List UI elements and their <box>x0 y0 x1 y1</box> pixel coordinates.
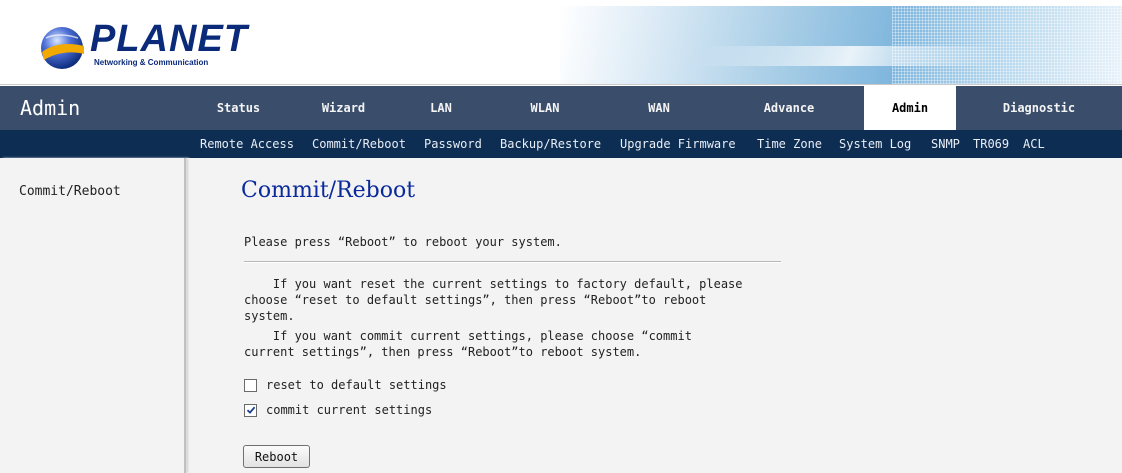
help-text-line: current settings”, then press “Reboot”to… <box>244 345 642 359</box>
tab-lan[interactable]: LAN <box>396 86 486 130</box>
header-banner: PLANET Networking & Communication <box>0 0 1122 85</box>
tab-status[interactable]: Status <box>186 86 291 130</box>
help-text-line: system. <box>244 309 295 323</box>
section-title: Admin <box>20 96 81 120</box>
planet-logo: PLANET Networking & Communication <box>38 18 247 72</box>
subnav-commit-reboot[interactable]: Commit/Reboot <box>312 130 406 158</box>
subnav-acl[interactable]: ACL <box>1023 130 1045 158</box>
subnav-time-zone[interactable]: Time Zone <box>757 130 822 158</box>
subnav-snmp[interactable]: SNMP <box>931 130 960 158</box>
reboot-button[interactable]: Reboot <box>243 445 310 468</box>
reset-default-label[interactable]: reset to default settings <box>266 378 447 392</box>
subnav-upgrade-firmware[interactable]: Upgrade Firmware <box>620 130 736 158</box>
commit-settings-checkbox[interactable] <box>244 403 257 417</box>
tab-diagnostic[interactable]: Diagnostic <box>956 86 1122 130</box>
sidebar-item-commit-reboot[interactable]: Commit/Reboot <box>19 184 121 199</box>
tab-wan[interactable]: WAN <box>604 86 714 130</box>
header-decoration <box>560 6 1122 84</box>
help-text-line: If you want commit current settings, ple… <box>244 329 692 343</box>
reset-default-checkbox[interactable] <box>244 378 257 392</box>
divider <box>244 261 781 263</box>
intro-text: Please press “Reboot” to reboot your sys… <box>244 235 562 249</box>
tab-advance[interactable]: Advance <box>714 86 864 130</box>
checkmark-icon <box>246 406 255 414</box>
logo-tagline: Networking & Communication <box>94 58 209 67</box>
main-content: Commit/Reboot Please press “Reboot” to r… <box>189 158 1122 473</box>
help-text-line: If you want reset the current settings t… <box>244 277 743 291</box>
globe-icon <box>41 27 84 69</box>
subnav-backup-restore[interactable]: Backup/Restore <box>500 130 601 158</box>
subnav-remote-access[interactable]: Remote Access <box>200 130 294 158</box>
subnav-password[interactable]: Password <box>424 130 482 158</box>
tab-admin[interactable]: Admin <box>864 86 956 130</box>
help-text-line: choose “reset to default settings”, then… <box>244 293 707 307</box>
logo-wordmark: PLANET <box>90 18 248 60</box>
tab-wlan[interactable]: WLAN <box>486 86 604 130</box>
subnav-tr069[interactable]: TR069 <box>973 130 1009 158</box>
tab-wizard[interactable]: Wizard <box>291 86 396 130</box>
subnav-system-log[interactable]: System Log <box>839 130 911 158</box>
commit-settings-label[interactable]: commit current settings <box>266 403 432 417</box>
page-title: Commit/Reboot <box>241 178 416 203</box>
top-navigation: Admin Status Wizard LAN WLAN WAN Advance… <box>0 86 1122 130</box>
sidebar: Commit/Reboot <box>0 158 186 473</box>
commit-settings-option: commit current settings <box>244 402 432 418</box>
sub-navigation: Remote Access Commit/Reboot Password Bac… <box>0 130 1122 158</box>
reset-default-option: reset to default settings <box>244 377 447 393</box>
